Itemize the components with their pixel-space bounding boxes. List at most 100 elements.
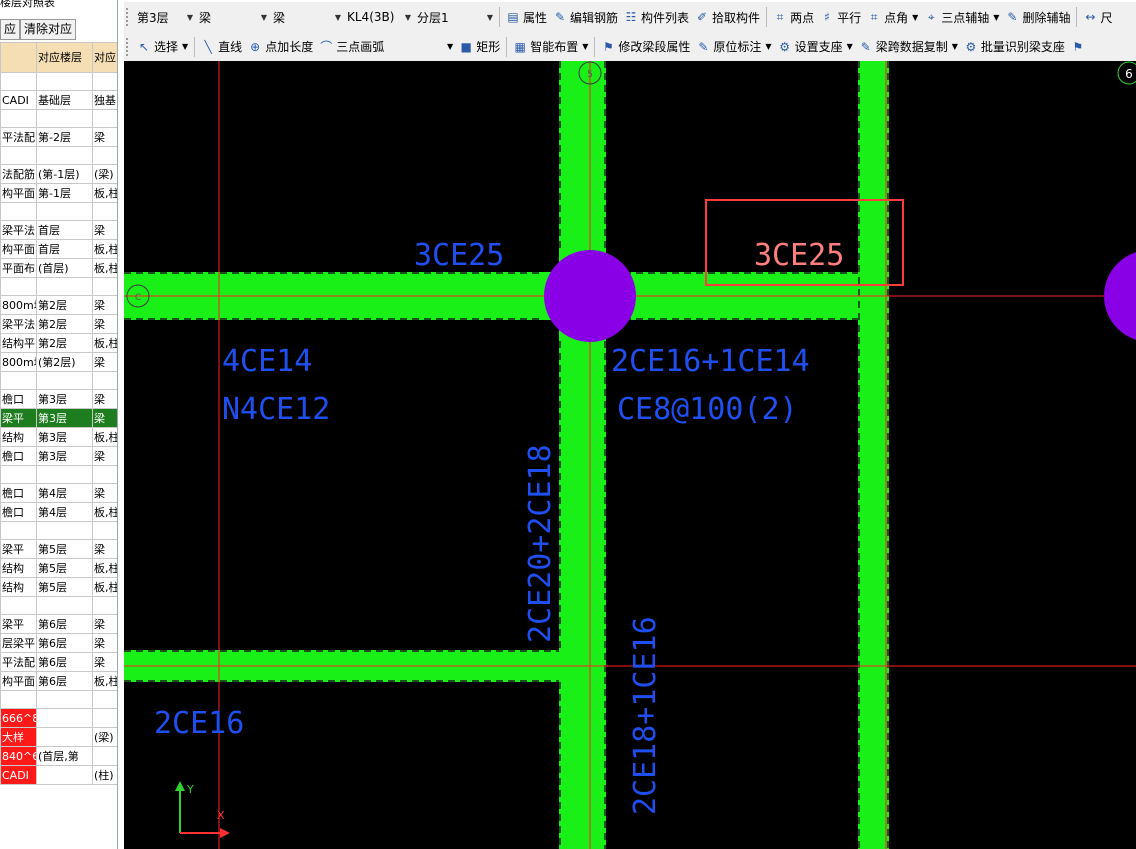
table-cell-component[interactable]: 梁 xyxy=(92,652,117,672)
table-cell-component[interactable]: 板,柱 xyxy=(92,502,117,522)
table-row[interactable]: 结构 第5层 板,柱 xyxy=(0,577,117,597)
smart-layout-button[interactable]: ▦ 智能布置 ▼ xyxy=(510,36,591,58)
table-row[interactable]: 结构 第3层 板,柱 xyxy=(0,427,117,447)
table-cell-drawing[interactable]: 结构 xyxy=(0,427,37,447)
table-cell-component[interactable]: 梁 xyxy=(92,295,117,315)
chevron-down-icon[interactable]: ▼ xyxy=(582,42,588,51)
clear-mapping-button[interactable]: 清除对应 xyxy=(20,19,77,40)
table-cell-floor[interactable]: 第3层 xyxy=(36,427,93,447)
line-button[interactable]: ╲ 直线 xyxy=(198,36,245,58)
toolbar-grip[interactable] xyxy=(126,8,130,26)
pick-component-button[interactable]: ✐ 拾取构件 xyxy=(692,6,763,28)
span-data-copy-button[interactable]: ✎ 梁跨数据复制 ▼ xyxy=(856,36,961,58)
table-cell-drawing[interactable]: 构平面 xyxy=(0,239,37,259)
table-cell-floor[interactable]: 第3层 xyxy=(36,446,93,466)
table-row[interactable]: CADI (柱) xyxy=(0,765,117,785)
table-cell-drawing[interactable]: 梁平法 xyxy=(0,314,37,334)
batch-identify-support-button[interactable]: ⚙ 批量识别梁支座 xyxy=(961,36,1068,58)
table-cell-floor[interactable]: 第3层 xyxy=(36,389,93,409)
table-cell-component[interactable] xyxy=(92,746,117,766)
properties-button[interactable]: ▤ 属性 xyxy=(503,6,550,28)
table-cell-floor[interactable]: 第-1层 xyxy=(36,183,93,203)
table-cell-component[interactable]: 梁 xyxy=(92,127,117,147)
table-cell-floor[interactable]: (第-1层) xyxy=(36,164,93,184)
table-row[interactable]: 梁平 第5层梁 xyxy=(0,539,117,559)
table-cell-component[interactable]: 梁 xyxy=(92,220,117,240)
table-cell-drawing[interactable]: 结构 xyxy=(0,577,37,597)
beam-vertical-left[interactable] xyxy=(559,61,606,849)
table-cell-component[interactable]: 梁 xyxy=(92,483,117,503)
table-cell-floor[interactable]: 第6层 xyxy=(36,633,93,653)
chevron-down-icon[interactable]: ▼ xyxy=(765,42,771,51)
table-cell-component[interactable]: 板,柱 xyxy=(92,183,117,203)
table-cell-drawing[interactable]: 檐口 xyxy=(0,502,37,522)
table-cell-floor[interactable]: 第3层 xyxy=(36,408,93,428)
table-cell-component[interactable]: 板,柱 xyxy=(92,427,117,447)
table-row[interactable]: 檐口 第4层 板,柱 xyxy=(0,502,117,522)
table-cell-component[interactable]: 板,柱 xyxy=(92,558,117,578)
table-cell-drawing[interactable]: 梁平 xyxy=(0,614,37,634)
element-subtype-dropdown[interactable]: 梁 ▼ xyxy=(270,7,344,27)
parallel-button[interactable]: ♯ 平行 xyxy=(817,6,864,28)
table-cell-drawing[interactable]: 构平面 xyxy=(0,183,37,203)
chevron-down-icon[interactable]: ▼ xyxy=(952,42,958,51)
table-cell-component[interactable]: 梁 xyxy=(92,539,117,559)
delete-axis-button[interactable]: ✎ 删除辅轴 xyxy=(1002,6,1073,28)
table-cell-component[interactable]: 独基 xyxy=(92,90,117,110)
table-cell-drawing[interactable]: 800m坡 xyxy=(0,295,37,315)
table-row[interactable]: 檐口 第4层梁 xyxy=(0,483,117,503)
table-cell-drawing[interactable]: 檐口 xyxy=(0,389,37,409)
chevron-down-icon[interactable]: ▼ xyxy=(993,13,999,22)
column-circle[interactable] xyxy=(544,250,636,342)
beam-vertical-right[interactable] xyxy=(858,61,889,849)
table-cell-floor[interactable]: (第2层) xyxy=(36,352,93,372)
in-place-annotation-button[interactable]: ✎ 原位标注 ▼ xyxy=(693,36,774,58)
table-cell-floor[interactable]: 第-2层 xyxy=(36,127,93,147)
table-cell-component[interactable]: 梁 xyxy=(92,352,117,372)
chevron-down-icon[interactable]: ▼ xyxy=(182,42,188,51)
table-cell-floor[interactable]: 第4层 xyxy=(36,502,93,522)
stirrup-annotation[interactable]: CE8@100(2) xyxy=(617,393,798,427)
column-circle-right-edge[interactable] xyxy=(1104,250,1136,342)
table-row[interactable]: 800m坡第2层梁 xyxy=(0,295,117,315)
table-cell-floor[interactable]: 首层 xyxy=(36,239,93,259)
table-cell-floor[interactable]: 第5层 xyxy=(36,577,93,597)
chevron-down-icon[interactable]: ▼ xyxy=(447,42,453,51)
table-cell-drawing[interactable]: 666^8 xyxy=(0,708,37,728)
table-cell-floor[interactable]: 第4层 xyxy=(36,483,93,503)
select-cursor-button[interactable]: ↖ 选择 ▼ xyxy=(134,36,191,58)
table-row[interactable]: 构平面 第-1层 板,柱 xyxy=(0,183,117,203)
table-cell-drawing[interactable]: 层梁平 xyxy=(0,633,37,653)
table-cell-drawing[interactable]: 800m坡 xyxy=(0,352,37,372)
table-row[interactable]: 梁平法 首层梁 xyxy=(0,220,117,240)
table-row[interactable]: 构平面 首层 板,柱 xyxy=(0,239,117,259)
table-cell-floor[interactable]: 首层 xyxy=(36,220,93,240)
table-cell-component[interactable]: 梁 xyxy=(92,614,117,634)
table-cell-component[interactable]: 梁 xyxy=(92,408,117,428)
component-dropdown[interactable]: KL4(3B) ▼ xyxy=(344,7,414,27)
table-row[interactable]: 法配筋 (第-1层) (梁) xyxy=(0,164,117,184)
component-list-button[interactable]: ☷ 构件列表 xyxy=(621,6,692,28)
table-cell-drawing[interactable]: 结构 xyxy=(0,558,37,578)
floor-dropdown[interactable]: 第3层 ▼ xyxy=(134,7,196,27)
table-cell-drawing[interactable]: 梁平 xyxy=(0,539,37,559)
table-cell-floor[interactable]: 第2层 xyxy=(36,314,93,334)
table-row[interactable]: 梁平法 第2层梁 xyxy=(0,314,117,334)
table-cell-drawing[interactable]: 平法配 xyxy=(0,127,37,147)
table-cell-component[interactable]: 梁 xyxy=(92,389,117,409)
dimension-button[interactable]: ↔ 尺 xyxy=(1080,6,1115,28)
table-cell-drawing[interactable]: 构平面 xyxy=(0,671,37,691)
table-row[interactable]: 结构平 第2层 板,柱 xyxy=(0,333,117,353)
table-row[interactable]: 梁平 第3层梁 xyxy=(0,408,117,428)
table-cell-component[interactable]: (梁) xyxy=(92,164,117,184)
table-cell-drawing[interactable]: 檐口 xyxy=(0,446,37,466)
table-row[interactable]: 平法配 第6层梁 xyxy=(0,652,117,672)
table-cell-floor[interactable] xyxy=(36,765,93,785)
table-cell-floor[interactable]: 第2层 xyxy=(36,333,93,353)
apply-mapping-button[interactable]: 应 xyxy=(0,19,21,40)
table-cell-floor[interactable]: 第5层 xyxy=(36,558,93,578)
edit-rebar-button[interactable]: ✎ 编辑钢筋 xyxy=(550,6,621,28)
table-cell-component[interactable] xyxy=(92,708,117,728)
toolbar-grip[interactable] xyxy=(126,37,130,56)
table-cell-drawing[interactable]: 平法配 xyxy=(0,652,37,672)
